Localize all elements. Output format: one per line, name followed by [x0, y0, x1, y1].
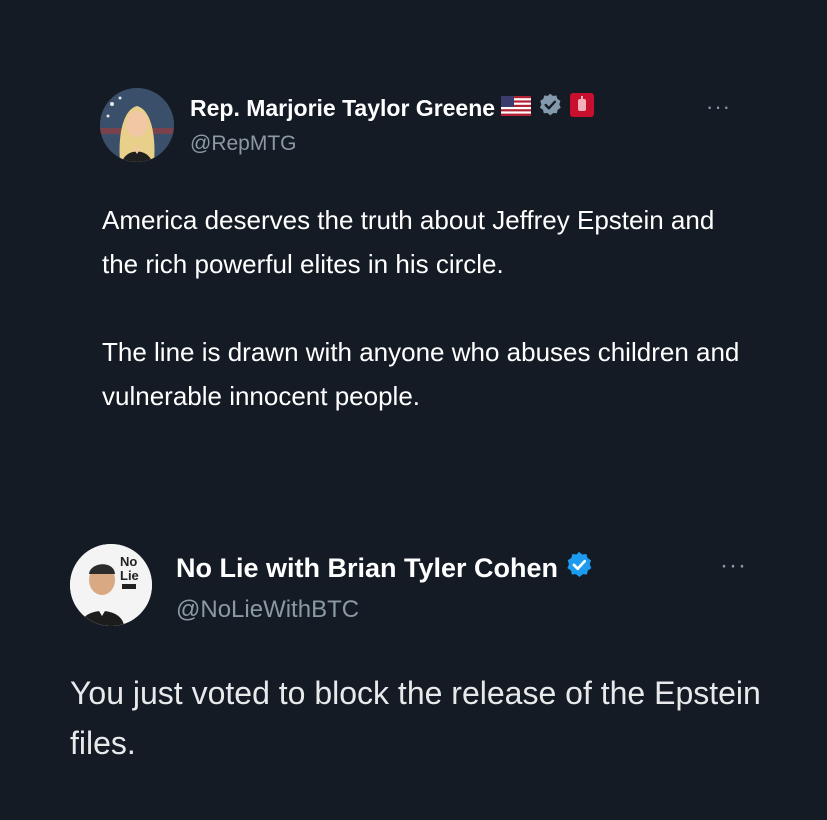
- more-options-icon[interactable]: ···: [720, 552, 747, 580]
- avatar-logo-text: No: [120, 554, 137, 569]
- tweet-card[interactable]: Rep. Marjorie Taylor Greene @RepMTG ··· …: [0, 0, 827, 500]
- tweet-text: America deserves the truth about Jeffrey…: [102, 198, 742, 462]
- author-name-text: No Lie with Brian Tyler Cohen: [176, 553, 559, 583]
- government-affiliation-icon[interactable]: [569, 92, 595, 124]
- reply-tweet-card[interactable]: No Lie No Lie with Brian Tyler Cohen @No…: [0, 500, 827, 820]
- tweet-paragraph: America deserves the truth about Jeffrey…: [102, 205, 715, 279]
- tweet-paragraph: You just voted to block the release of t…: [70, 675, 761, 761]
- us-flag-icon: [501, 95, 532, 122]
- author-handle[interactable]: @NoLieWithBTC: [176, 596, 359, 624]
- author-name[interactable]: No Lie with Brian Tyler Cohen: [176, 550, 594, 587]
- svg-text:Lie: Lie: [120, 568, 139, 583]
- verified-blue-icon[interactable]: [564, 550, 594, 587]
- author-name[interactable]: Rep. Marjorie Taylor Greene: [190, 92, 595, 124]
- avatar[interactable]: No Lie: [70, 544, 152, 626]
- author-name-text: Rep. Marjorie Taylor Greene: [190, 94, 496, 121]
- more-options-icon[interactable]: ···: [706, 94, 731, 120]
- tweet-text: You just voted to block the release of t…: [70, 668, 790, 768]
- author-handle[interactable]: @RepMTG: [190, 132, 297, 156]
- tweet-paragraph: The line is drawn with anyone who abuses…: [102, 337, 740, 411]
- avatar[interactable]: [100, 88, 174, 162]
- verified-gray-icon[interactable]: [537, 92, 563, 124]
